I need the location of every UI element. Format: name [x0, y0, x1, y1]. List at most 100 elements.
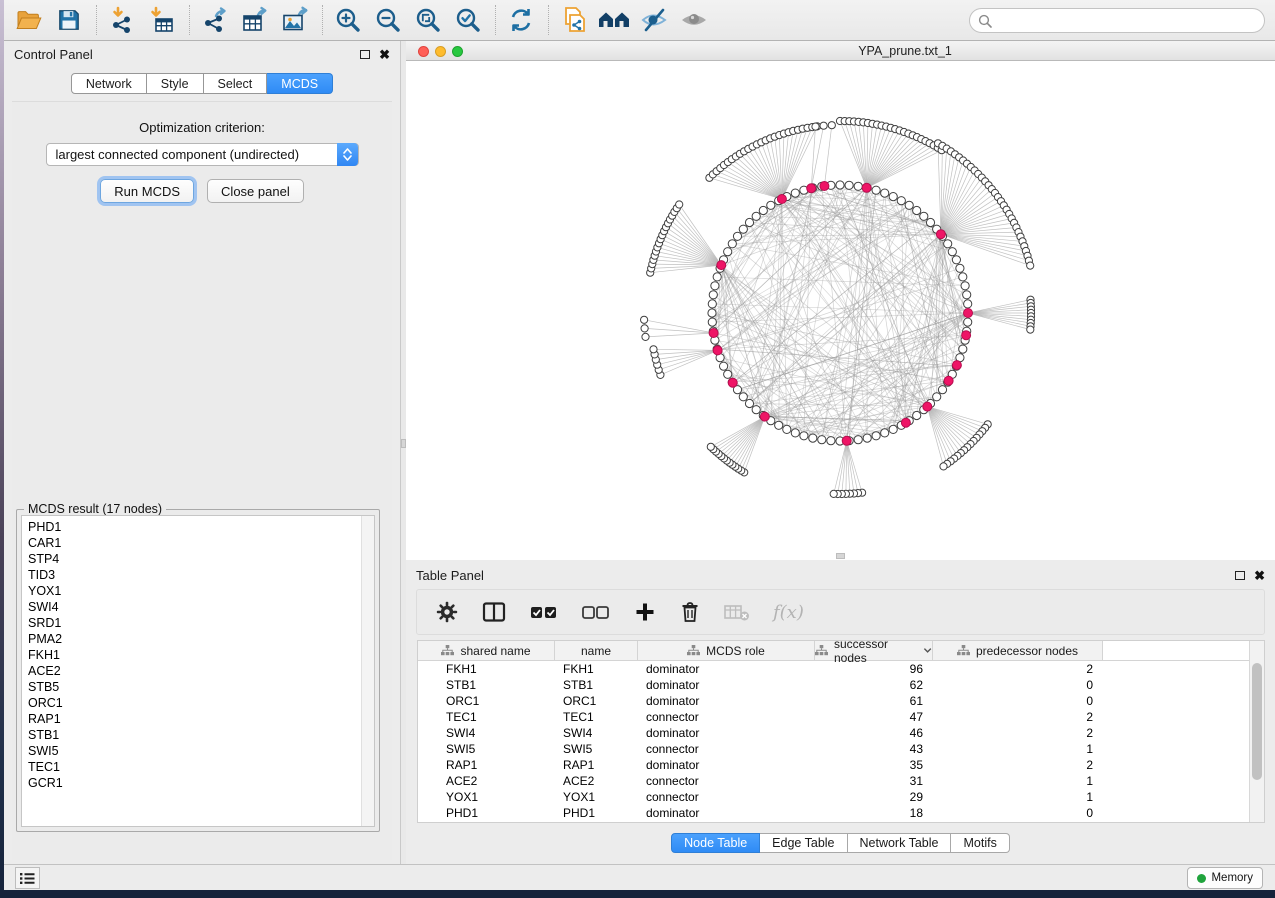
- export-table-icon[interactable]: [238, 4, 272, 36]
- table-cell: ORC1: [555, 693, 638, 709]
- tab-network[interactable]: Network: [71, 73, 147, 94]
- minimize-window-icon[interactable]: [435, 46, 446, 57]
- table-row[interactable]: SWI4SWI4dominator462: [418, 725, 1264, 741]
- table-cell: STB1: [418, 677, 555, 693]
- close-window-icon[interactable]: [418, 46, 429, 57]
- zoom-fit-icon[interactable]: [411, 4, 445, 36]
- close-panel-button[interactable]: Close panel: [207, 179, 304, 203]
- table-row[interactable]: ORC1ORC1dominator610: [418, 693, 1264, 709]
- table-row[interactable]: SWI5SWI5connector431: [418, 741, 1264, 757]
- mcds-result-item[interactable]: SRD1: [22, 615, 374, 631]
- float-table-panel-icon[interactable]: [1235, 571, 1245, 580]
- open-file-icon[interactable]: [12, 4, 46, 36]
- mcds-result-item[interactable]: SWI5: [22, 743, 374, 759]
- mcds-result-item[interactable]: RAP1: [22, 711, 374, 727]
- table-tab-motifs[interactable]: Motifs: [951, 833, 1009, 853]
- table-cell: 18: [815, 805, 933, 821]
- network-canvas[interactable]: [406, 61, 1275, 560]
- table-cell: 46: [815, 725, 933, 741]
- export-network-icon[interactable]: [198, 4, 232, 36]
- trash-icon[interactable]: [679, 600, 701, 624]
- zoom-selected-icon[interactable]: [451, 4, 485, 36]
- close-table-panel-icon[interactable]: ✖: [1254, 569, 1265, 582]
- mcds-result-item[interactable]: ORC1: [22, 695, 374, 711]
- node-table[interactable]: shared namenameMCDS rolesuccessor nodesp…: [417, 640, 1265, 823]
- apply-layout-icon[interactable]: [504, 4, 538, 36]
- mcds-result-item[interactable]: PHD1: [22, 519, 374, 535]
- network-titlebar[interactable]: YPA_prune.txt_1: [406, 41, 1275, 61]
- table-row[interactable]: ACE2ACE2connector311: [418, 773, 1264, 789]
- table-cell: 47: [815, 709, 933, 725]
- table-cell: 1: [933, 741, 1103, 757]
- clone-network-icon[interactable]: [557, 4, 591, 36]
- mcds-list-scrollbar[interactable]: [361, 516, 374, 826]
- column-header-predecessor-nodes[interactable]: predecessor nodes: [933, 641, 1103, 660]
- search-field[interactable]: [997, 14, 1264, 28]
- mcds-result-item[interactable]: SWI4: [22, 599, 374, 615]
- mcds-result-item[interactable]: TEC1: [22, 759, 374, 775]
- table-cell: 61: [815, 693, 933, 709]
- table-row[interactable]: YOX1YOX1connector291: [418, 789, 1264, 805]
- table-row[interactable]: TEC1TEC1connector472: [418, 709, 1264, 725]
- run-mcds-button[interactable]: Run MCDS: [100, 179, 194, 203]
- table-row[interactable]: PHD1PHD1dominator180: [418, 805, 1264, 821]
- table-tab-edge-table[interactable]: Edge Table: [760, 833, 847, 853]
- mcds-result-item[interactable]: STB5: [22, 679, 374, 695]
- mcds-result-item[interactable]: PMA2: [22, 631, 374, 647]
- column-header-MCDS-role[interactable]: MCDS role: [638, 641, 815, 660]
- mcds-result-groupbox: MCDS result (17 nodes) PHD1CAR1STP4TID3Y…: [16, 509, 380, 832]
- mcds-result-item[interactable]: ACE2: [22, 663, 374, 679]
- maximize-window-icon[interactable]: [452, 46, 463, 57]
- save-session-icon[interactable]: [52, 4, 86, 36]
- checkboxes-unchecked-icon[interactable]: [581, 601, 611, 623]
- mcds-result-item[interactable]: GCR1: [22, 775, 374, 791]
- column-header-successor-nodes[interactable]: successor nodes: [815, 641, 933, 660]
- float-panel-icon[interactable]: [360, 50, 370, 59]
- optimization-select[interactable]: largest connected component (undirected): [46, 143, 359, 166]
- task-history-button[interactable]: [15, 867, 40, 889]
- mcds-result-item[interactable]: STP4: [22, 551, 374, 567]
- first-neighbors-icon[interactable]: [597, 4, 631, 36]
- import-network-icon[interactable]: [105, 4, 139, 36]
- memory-button[interactable]: Memory: [1187, 867, 1263, 889]
- network-graph[interactable]: [406, 61, 1275, 560]
- table-scrollbar-thumb[interactable]: [1252, 663, 1262, 780]
- control-panel-tabs: NetworkStyleSelectMCDS: [4, 73, 400, 94]
- tab-mcds[interactable]: MCDS: [267, 73, 333, 94]
- table-tab-network-table[interactable]: Network Table: [848, 833, 952, 853]
- search-input[interactable]: [969, 8, 1265, 33]
- import-table-icon[interactable]: [145, 4, 179, 36]
- tab-style[interactable]: Style: [147, 73, 204, 94]
- table-row[interactable]: FKH1FKH1dominator962: [418, 661, 1264, 677]
- table-cell: ORC1: [418, 693, 555, 709]
- optimization-label: Optimization criterion:: [12, 120, 392, 135]
- zoom-in-icon[interactable]: [331, 4, 365, 36]
- column-header-shared-name[interactable]: shared name: [418, 641, 555, 660]
- mcds-result-list[interactable]: PHD1CAR1STP4TID3YOX1SWI4SRD1PMA2FKH1ACE2…: [21, 515, 375, 827]
- horizontal-splitter-handle[interactable]: [836, 553, 845, 559]
- table-row[interactable]: STB1STB1dominator620: [418, 677, 1264, 693]
- close-panel-icon[interactable]: ✖: [379, 48, 390, 61]
- mcds-result-item[interactable]: YOX1: [22, 583, 374, 599]
- mcds-result-item[interactable]: FKH1: [22, 647, 374, 663]
- hide-selected-icon[interactable]: [637, 4, 671, 36]
- toolbar-separator: [495, 5, 496, 35]
- column-header-name[interactable]: name: [555, 641, 638, 660]
- zoom-out-icon[interactable]: [371, 4, 405, 36]
- show-all-icon[interactable]: [677, 4, 711, 36]
- table-scrollbar[interactable]: [1249, 641, 1264, 822]
- table-cell: PHD1: [418, 805, 555, 821]
- export-image-icon[interactable]: [278, 4, 312, 36]
- table-cell: connector: [638, 709, 815, 725]
- mcds-result-item[interactable]: TID3: [22, 567, 374, 583]
- mcds-result-item[interactable]: CAR1: [22, 535, 374, 551]
- table-tab-node-table[interactable]: Node Table: [671, 833, 760, 853]
- tab-select[interactable]: Select: [204, 73, 268, 94]
- table-header-row[interactable]: shared namenameMCDS rolesuccessor nodesp…: [418, 641, 1264, 661]
- gear-icon[interactable]: [435, 600, 459, 624]
- mcds-result-item[interactable]: STB1: [22, 727, 374, 743]
- column-split-icon[interactable]: [481, 600, 507, 624]
- checkboxes-checked-icon[interactable]: [529, 601, 559, 623]
- table-row[interactable]: RAP1RAP1dominator352: [418, 757, 1264, 773]
- plus-icon[interactable]: [633, 600, 657, 624]
